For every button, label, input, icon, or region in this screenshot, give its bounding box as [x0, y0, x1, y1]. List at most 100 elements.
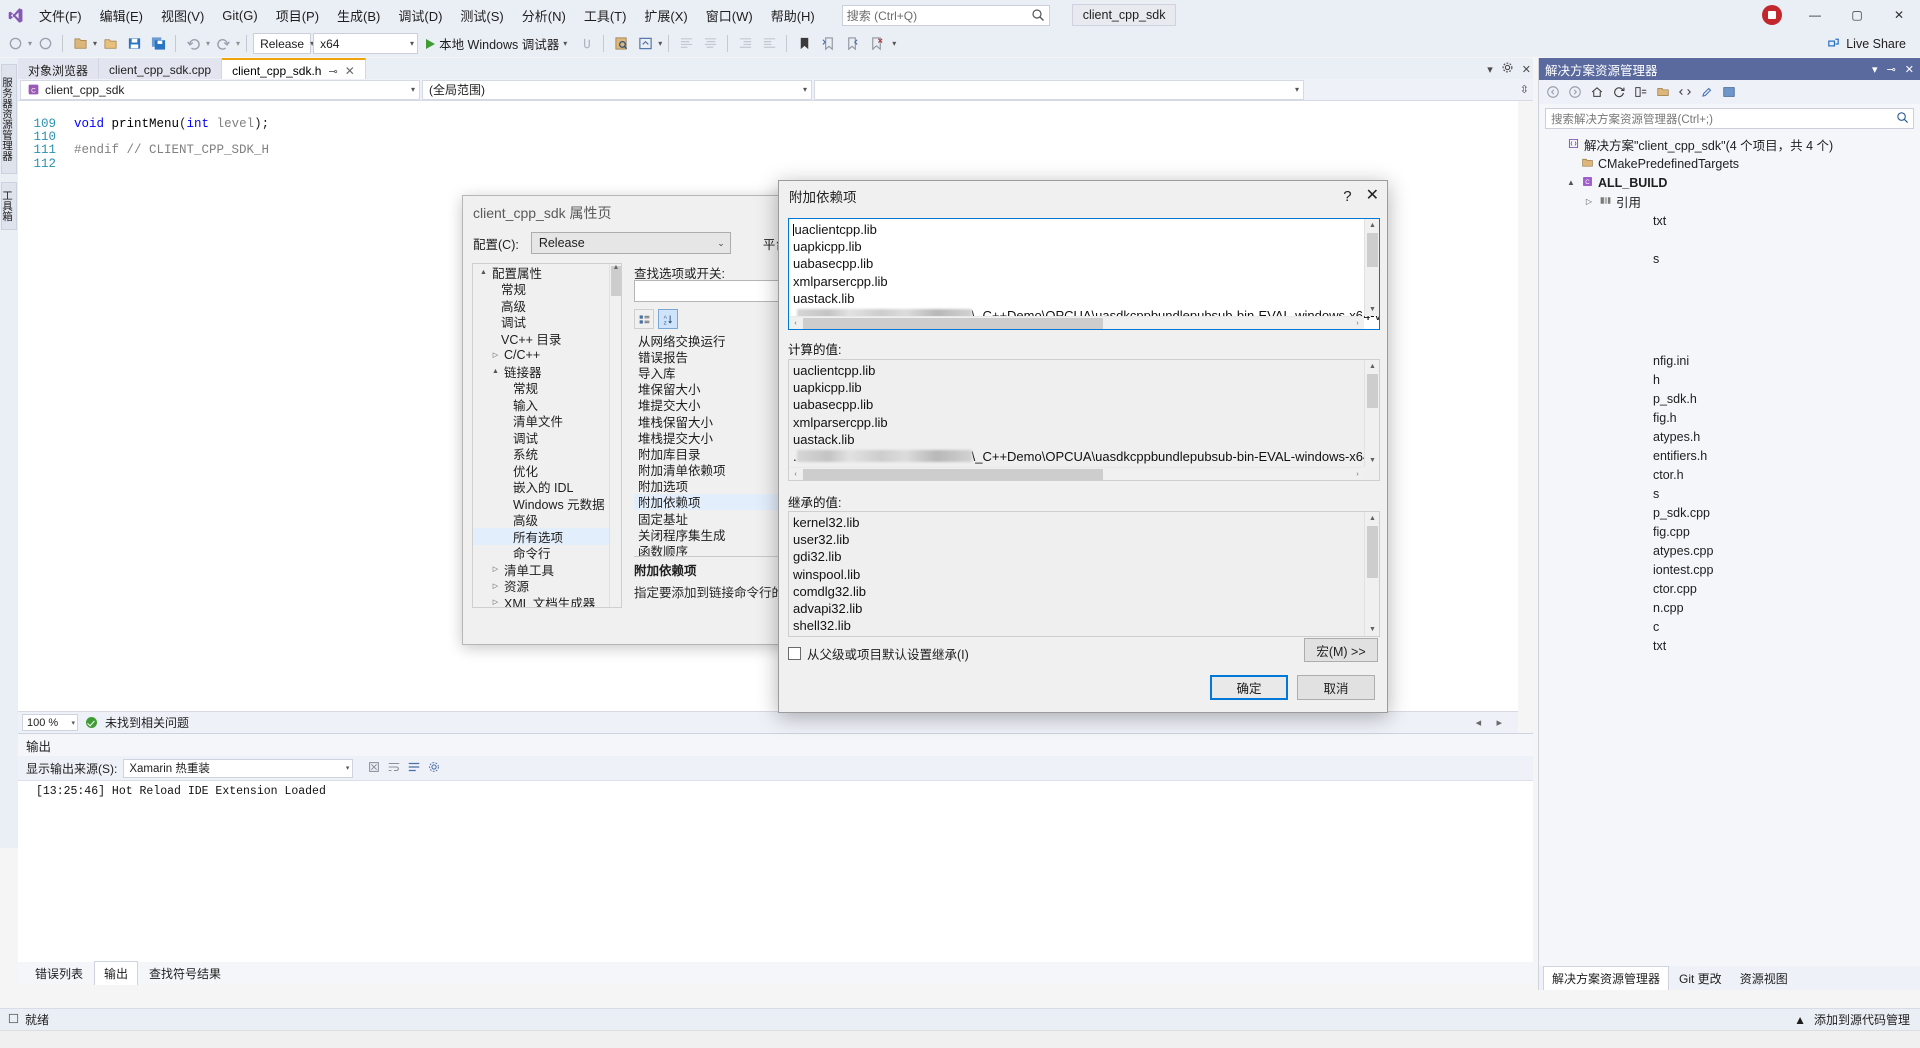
previous-bookmark-icon[interactable]: [817, 33, 839, 54]
dependencies-textarea[interactable]: uaclientcpp.lib uapkicpp.lib uabasecpp.l…: [788, 218, 1380, 330]
menu-item-window[interactable]: 窗口(W): [697, 2, 762, 29]
property-item-additional-dependencies[interactable]: 附加依赖项: [634, 493, 779, 510]
tab-overflow-icon[interactable]: ▾: [1487, 63, 1493, 76]
clear-bookmarks-icon[interactable]: [865, 33, 887, 54]
ptree-linker-manifest-file[interactable]: 清单文件: [473, 413, 621, 429]
output-source-combo[interactable]: Xamarin 热重装 ▾: [123, 758, 354, 778]
alphabetical-view-icon[interactable]: AZ: [658, 309, 678, 329]
list-item[interactable]: c: [1545, 617, 1920, 636]
ptree-advanced[interactable]: 高级: [473, 297, 621, 314]
minimize-button[interactable]: —: [1794, 0, 1836, 30]
menu-item-extensions[interactable]: 扩展(X): [635, 2, 696, 29]
ptree-resources[interactable]: ▷ 资源: [473, 578, 621, 594]
ptree-linker-windows-metadata[interactable]: Windows 元数据: [473, 495, 621, 512]
show-all-files-icon[interactable]: [1654, 84, 1671, 101]
property-item-heap-reserve-size[interactable]: 堆保留大小: [634, 381, 779, 397]
attach-process-icon[interactable]: [575, 33, 597, 54]
ptree-vc-directories[interactable]: VC++ 目录: [473, 330, 621, 347]
list-item[interactable]: iontest.cpp: [1545, 560, 1920, 579]
menu-item-test[interactable]: 测试(S): [451, 2, 512, 29]
output-text-area[interactable]: [13:25:46] Hot Reload IDE Extension Load…: [18, 780, 1533, 962]
tab-solution-explorer[interactable]: 解决方案资源管理器: [1543, 966, 1670, 990]
sidebar-tab-toolbox[interactable]: 工具箱: [1, 182, 17, 230]
twisty-icon[interactable]: ▲: [490, 368, 501, 375]
menu-item-edit[interactable]: 编辑(E): [91, 2, 152, 29]
help-question-icon[interactable]: ?: [1343, 188, 1351, 205]
menu-item-tools[interactable]: 工具(T): [575, 2, 636, 29]
tab-output[interactable]: 输出: [94, 961, 139, 985]
menu-item-help[interactable]: 帮助(H): [762, 2, 824, 29]
navbar-project-combo[interactable]: C client_cpp_sdk ▾: [20, 79, 420, 100]
panel-pin-icon[interactable]: ⊸: [1887, 63, 1896, 76]
twisty-icon[interactable]: ▲: [1565, 178, 1577, 187]
scrollbar-thumb[interactable]: [1367, 526, 1378, 578]
ptree-linker-all-options[interactable]: 所有选项: [473, 528, 621, 545]
menu-item-analyze[interactable]: 分析(N): [513, 2, 575, 29]
list-item[interactable]: ctor.h: [1545, 465, 1920, 484]
config-combo[interactable]: Release ⌄: [530, 232, 731, 254]
maximize-button[interactable]: ▢: [1836, 0, 1878, 30]
tree-node-references[interactable]: ▷ 引用: [1545, 192, 1920, 211]
scroll-up-arrow-icon[interactable]: ▲: [1365, 219, 1379, 232]
scroll-right-arrow-icon[interactable]: ›: [1351, 468, 1364, 480]
dependencies-horizontal-scrollbar[interactable]: ‹ ›: [789, 316, 1364, 329]
open-file-icon[interactable]: [99, 33, 121, 54]
twisty-icon[interactable]: ▲: [478, 269, 489, 276]
scroll-up-arrow-icon[interactable]: ▲: [1365, 512, 1379, 525]
uncomment-block-icon[interactable]: [699, 33, 721, 54]
navbar-type-combo[interactable]: (全局范围) ▾: [422, 79, 812, 100]
property-item-stack-reserve-size[interactable]: 堆栈保留大小: [634, 413, 779, 430]
scrollbar-thumb[interactable]: [1367, 233, 1378, 267]
list-item[interactable]: txt: [1545, 636, 1920, 655]
list-item[interactable]: [1545, 230, 1920, 249]
ptree-linker-system[interactable]: 系统: [473, 446, 621, 462]
property-item-additional-manifest-dependencies[interactable]: 附加清单依赖项: [634, 462, 779, 478]
save-all-icon[interactable]: [147, 33, 169, 54]
ptree-config-properties[interactable]: ▲ 配置属性: [473, 264, 621, 281]
evaluated-vertical-scrollbar[interactable]: ▲ ▼: [1364, 360, 1379, 467]
ptree-c-cpp[interactable]: ▷ C/C++: [473, 347, 621, 364]
property-tree-scrollbar[interactable]: ▲: [609, 264, 621, 607]
scrollbar-thumb[interactable]: [803, 469, 1103, 480]
list-item[interactable]: s: [1545, 484, 1920, 503]
menu-item-project[interactable]: 项目(P): [267, 2, 328, 29]
menu-item-debug[interactable]: 调试(D): [389, 2, 451, 29]
ptree-linker-command-line[interactable]: 命令行: [473, 545, 621, 561]
menu-item-git[interactable]: Git(G): [213, 4, 266, 27]
refresh-icon[interactable]: [1610, 84, 1627, 101]
property-list[interactable]: 从网络交换运行 错误报告 导入库 堆保留大小 堆提交大小 堆栈保留大小 堆栈提交…: [634, 332, 779, 557]
go-to-message-icon[interactable]: [407, 760, 421, 777]
tab-client-cpp-sdk-cpp[interactable]: client_cpp_sdk.cpp: [99, 58, 223, 79]
ptree-linker-debugging[interactable]: 调试: [473, 429, 621, 446]
list-item[interactable]: fig.h: [1545, 408, 1920, 427]
inherit-from-parent-row[interactable]: 从父级或项目默认设置继承(I): [788, 644, 969, 663]
property-item-heap-commit-size[interactable]: 堆提交大小: [634, 397, 779, 413]
property-item-fixed-base-address[interactable]: 固定基址: [634, 510, 779, 527]
scroll-left-arrow-icon[interactable]: ‹: [789, 468, 802, 480]
panel-close-icon[interactable]: ✕: [1905, 63, 1914, 76]
start-debugging-button[interactable]: 本地 Windows 调试器 ▾: [420, 33, 573, 54]
clear-all-icon[interactable]: [367, 760, 381, 777]
navbar-member-combo[interactable]: ▾: [814, 79, 1304, 100]
scrollbar-thumb[interactable]: [1367, 374, 1378, 408]
property-item-no-assembly-generation[interactable]: 关闭程序集生成: [634, 526, 779, 543]
property-item-import-library[interactable]: 导入库: [634, 364, 779, 381]
back-icon[interactable]: [1544, 84, 1561, 101]
twisty-icon[interactable]: ▷: [490, 351, 501, 359]
close-document-icon[interactable]: ✕: [1522, 63, 1531, 76]
gear-icon[interactable]: [1501, 61, 1514, 77]
twisty-icon[interactable]: ▷: [490, 582, 501, 590]
categorized-view-icon[interactable]: [634, 309, 654, 329]
list-item[interactable]: fig.cpp: [1545, 522, 1920, 541]
list-item[interactable]: entifiers.h: [1545, 446, 1920, 465]
twisty-icon[interactable]: ▷: [490, 598, 501, 606]
quick-launch-search[interactable]: 搜索 (Ctrl+Q): [841, 4, 1050, 26]
list-item[interactable]: atypes.h: [1545, 427, 1920, 446]
ptree-linker-general[interactable]: 常规: [473, 380, 621, 396]
property-pages-tree[interactable]: ▲ ▲ 配置属性 常规 高级 调试 VC++ 目录 ▷ C/C++ ▲ 链接器 常规 …: [472, 263, 622, 608]
solution-explorer-tree[interactable]: 解决方案"client_cpp_sdk"(4 个项目，共 4 个) CMakeP…: [1539, 133, 1920, 655]
evaluated-horizontal-scrollbar[interactable]: ‹ ›: [789, 467, 1364, 480]
bookmark-icon[interactable]: [793, 33, 815, 54]
find-in-files-icon[interactable]: [610, 33, 632, 54]
property-item-additional-options[interactable]: 附加选项: [634, 478, 779, 494]
